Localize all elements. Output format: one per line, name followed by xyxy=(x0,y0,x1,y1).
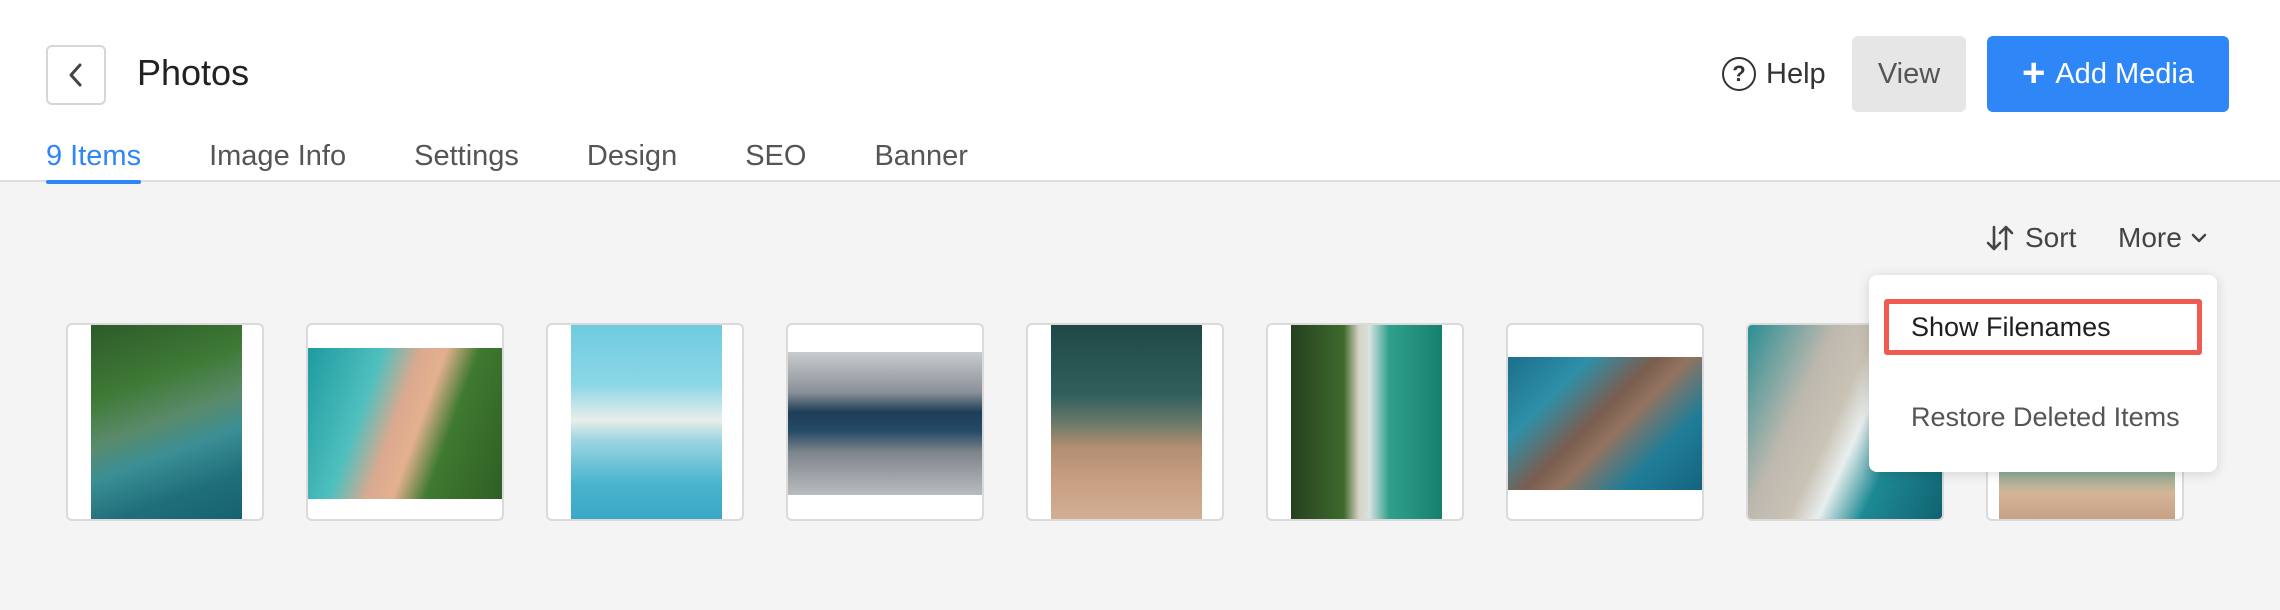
help-label: Help xyxy=(1766,57,1826,90)
back-button[interactable] xyxy=(46,45,106,105)
sort-button[interactable]: Sort xyxy=(1985,222,2076,254)
plus-icon: + xyxy=(2021,50,2046,95)
photo-thumbnail[interactable] xyxy=(1266,323,1464,521)
photo-image xyxy=(571,325,722,519)
photo-thumbnail[interactable] xyxy=(66,323,264,521)
tab-image-info[interactable]: Image Info xyxy=(209,140,346,182)
tab-banner[interactable]: Banner xyxy=(874,140,968,182)
photo-thumbnail[interactable] xyxy=(306,323,504,521)
photo-image xyxy=(91,325,242,519)
tab-design[interactable]: Design xyxy=(587,140,677,182)
page-header: Photos ? Help View + Add Media 9 Items I… xyxy=(0,0,2280,184)
tab-items[interactable]: 9 Items xyxy=(46,140,142,184)
menu-item-restore-deleted[interactable]: Restore Deleted Items xyxy=(1869,402,2217,433)
view-button[interactable]: View xyxy=(1852,36,1966,112)
tab-bar: 9 Items Image Info Settings Design SEO B… xyxy=(46,140,1036,184)
photo-thumbnail[interactable] xyxy=(1026,323,1224,521)
photo-image xyxy=(1051,325,1202,519)
help-button[interactable]: ? Help xyxy=(1722,52,1826,96)
sort-arrows-icon xyxy=(1986,225,2014,251)
chevron-left-icon xyxy=(69,63,82,87)
photo-image xyxy=(308,348,502,499)
photo-image xyxy=(1291,325,1442,519)
page-title: Photos xyxy=(137,52,250,93)
more-label: More xyxy=(2118,222,2182,253)
more-dropdown-menu: Show Filenames Restore Deleted Items xyxy=(1869,275,2217,472)
sort-label: Sort xyxy=(2025,222,2077,253)
photo-image xyxy=(1508,357,1702,490)
photo-thumbnail[interactable] xyxy=(1506,323,1704,521)
photo-thumbnail[interactable] xyxy=(546,323,744,521)
add-media-label: Add Media xyxy=(2055,57,2194,90)
tab-settings[interactable]: Settings xyxy=(414,140,519,182)
add-media-button[interactable]: + Add Media xyxy=(1987,36,2229,112)
photo-image xyxy=(788,352,982,495)
tab-seo[interactable]: SEO xyxy=(745,140,806,182)
chevron-down-icon xyxy=(2191,233,2207,243)
photo-thumbnail[interactable] xyxy=(786,323,984,521)
question-circle-icon: ? xyxy=(1722,57,1756,91)
more-button[interactable]: More xyxy=(2118,222,2208,254)
menu-item-show-filenames[interactable]: Show Filenames xyxy=(1884,299,2202,355)
